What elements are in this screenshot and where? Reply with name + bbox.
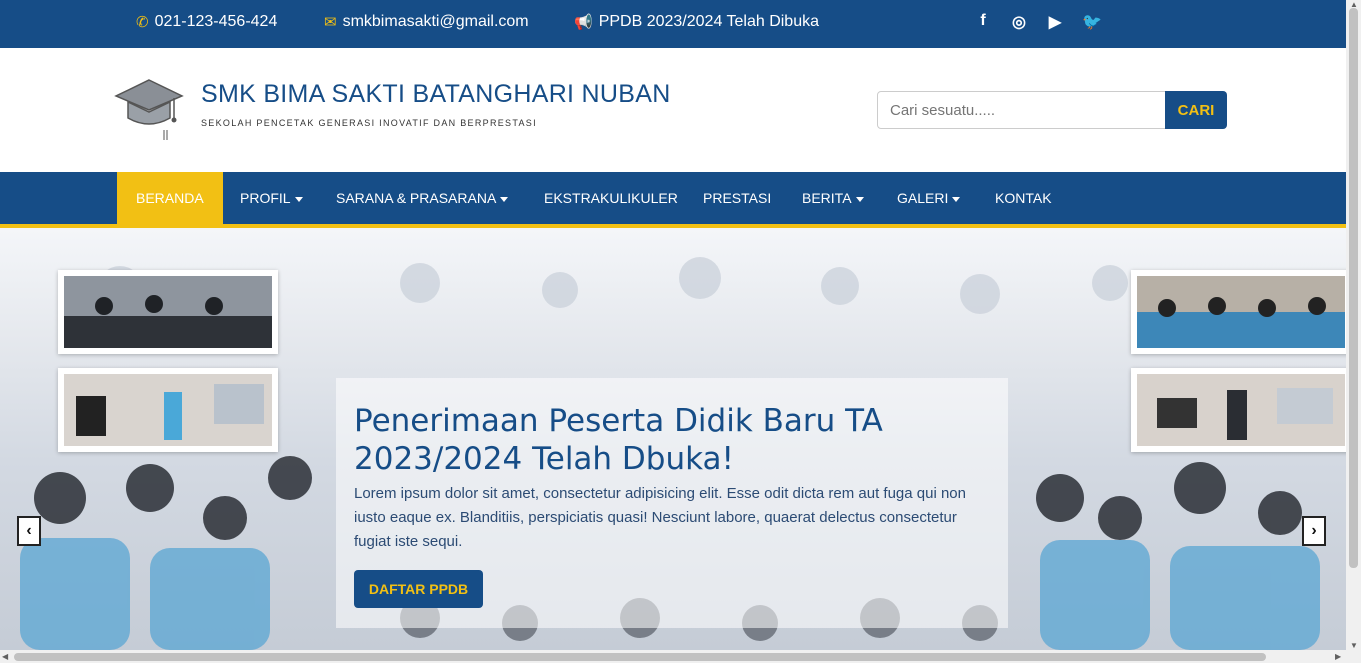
phone-number: 021-123-456-424: [154, 13, 278, 30]
caret-down-icon: [952, 196, 961, 202]
nav-label: EKSTRAKULIKULER: [544, 190, 678, 206]
site-header: SMK BIMA SAKTI BATANGHARI NUBAN SEKOLAH …: [0, 48, 1346, 172]
page: ✆ 021-123-456-424 ✉ smkbimasakti@gmail.c…: [0, 0, 1361, 663]
nav-item-ekstrakulikuler[interactable]: EKSTRAKULIKULER: [525, 172, 697, 224]
hero-caption: Penerimaan Peserta Didik Baru TA 2023/20…: [336, 378, 1008, 628]
photo-image: [64, 276, 272, 348]
thumbnail-photo[interactable]: [1131, 368, 1346, 452]
school-name[interactable]: SMK BIMA SAKTI BATANGHARI NUBAN: [201, 80, 671, 109]
nav-item-berita[interactable]: BERITA: [783, 172, 883, 224]
nav-item-profil[interactable]: PROFIL: [221, 172, 322, 224]
vertical-scrollbar-thumb[interactable]: [1349, 8, 1358, 568]
hero-description: Lorem ipsum dolor sit amet, consectetur …: [354, 485, 966, 550]
graduation-cap-logo[interactable]: [114, 78, 184, 142]
horizontal-scrollbar-thumb[interactable]: [14, 653, 1266, 661]
slider-prev-button[interactable]: ‹: [17, 516, 41, 546]
nav-label: SARANA & PRASARANA: [336, 190, 497, 206]
scroll-up-arrow-icon[interactable]: ▲: [1350, 0, 1358, 9]
scroll-left-arrow-icon[interactable]: ◀: [2, 652, 8, 661]
twitter-icon[interactable]: 🐦: [1082, 12, 1102, 32]
youtube-icon[interactable]: ▶: [1046, 12, 1064, 32]
announcement[interactable]: 📢 PPDB 2023/2024 Telah Dibuka: [574, 13, 819, 31]
hero-slider: Penerimaan Peserta Didik Baru TA 2023/20…: [0, 228, 1346, 650]
hero-title: Penerimaan Peserta Didik Baru TA 2023/20…: [354, 403, 883, 477]
search-button[interactable]: CARI: [1165, 91, 1227, 129]
instagram-icon[interactable]: ◎: [1010, 12, 1028, 32]
nav-label: GALERI: [897, 190, 949, 206]
slider-next-button[interactable]: ›: [1302, 516, 1326, 546]
facebook-icon[interactable]: f: [974, 12, 992, 32]
school-tagline: SEKOLAH PENCETAK GENERASI INOVATIF DAN B…: [201, 118, 537, 128]
photo-image: [64, 374, 272, 446]
nav-item-sarana-prasarana[interactable]: SARANA & PRASARANA: [317, 172, 527, 224]
caret-down-icon: [855, 196, 864, 202]
thumbnail-photo[interactable]: [58, 270, 278, 354]
top-bar: ✆ 021-123-456-424 ✉ smkbimasakti@gmail.c…: [0, 0, 1346, 48]
search-input[interactable]: [877, 91, 1166, 129]
scroll-right-arrow-icon[interactable]: ▶: [1335, 652, 1341, 661]
email-address: smkbimasakti@gmail.com: [342, 13, 529, 30]
nav-item-beranda[interactable]: BERANDA: [117, 172, 223, 224]
nav-label: PROFIL: [240, 190, 291, 206]
thumbnail-photo[interactable]: [58, 368, 278, 452]
chevron-right-icon: ›: [1311, 522, 1317, 539]
caret-down-icon: [294, 196, 303, 202]
nav-label: BERANDA: [136, 190, 204, 206]
chevron-left-icon: ‹: [26, 522, 32, 539]
phone-contact[interactable]: ✆ 021-123-456-424: [136, 13, 277, 31]
scroll-down-arrow-icon[interactable]: ▼: [1350, 641, 1358, 650]
nav-label: PRESTASI: [703, 190, 772, 206]
daftar-ppdb-button[interactable]: DAFTAR PPDB: [354, 570, 483, 608]
thumbnail-photo[interactable]: [1131, 270, 1346, 354]
nav-item-prestasi[interactable]: PRESTASI: [684, 172, 790, 224]
social-links: f ◎ ▶ 🐦: [974, 12, 1102, 32]
caret-down-icon: [500, 196, 509, 202]
nav-item-galeri[interactable]: GALERI: [878, 172, 979, 224]
main-nav: BERANDA PROFIL SARANA & PRASARANA EKSTRA…: [0, 172, 1346, 224]
nav-label: KONTAK: [995, 190, 1052, 206]
email-contact[interactable]: ✉ smkbimasakti@gmail.com: [324, 13, 529, 31]
announcement-text: PPDB 2023/2024 Telah Dibuka: [598, 13, 819, 30]
nav-label: BERITA: [802, 190, 852, 206]
photo-image: [1137, 374, 1345, 446]
phone-icon: ✆: [136, 14, 149, 31]
nav-item-kontak[interactable]: KONTAK: [976, 172, 1071, 224]
megaphone-icon: 📢: [574, 14, 593, 31]
photo-image: [1137, 276, 1345, 348]
envelope-icon: ✉: [324, 14, 337, 31]
